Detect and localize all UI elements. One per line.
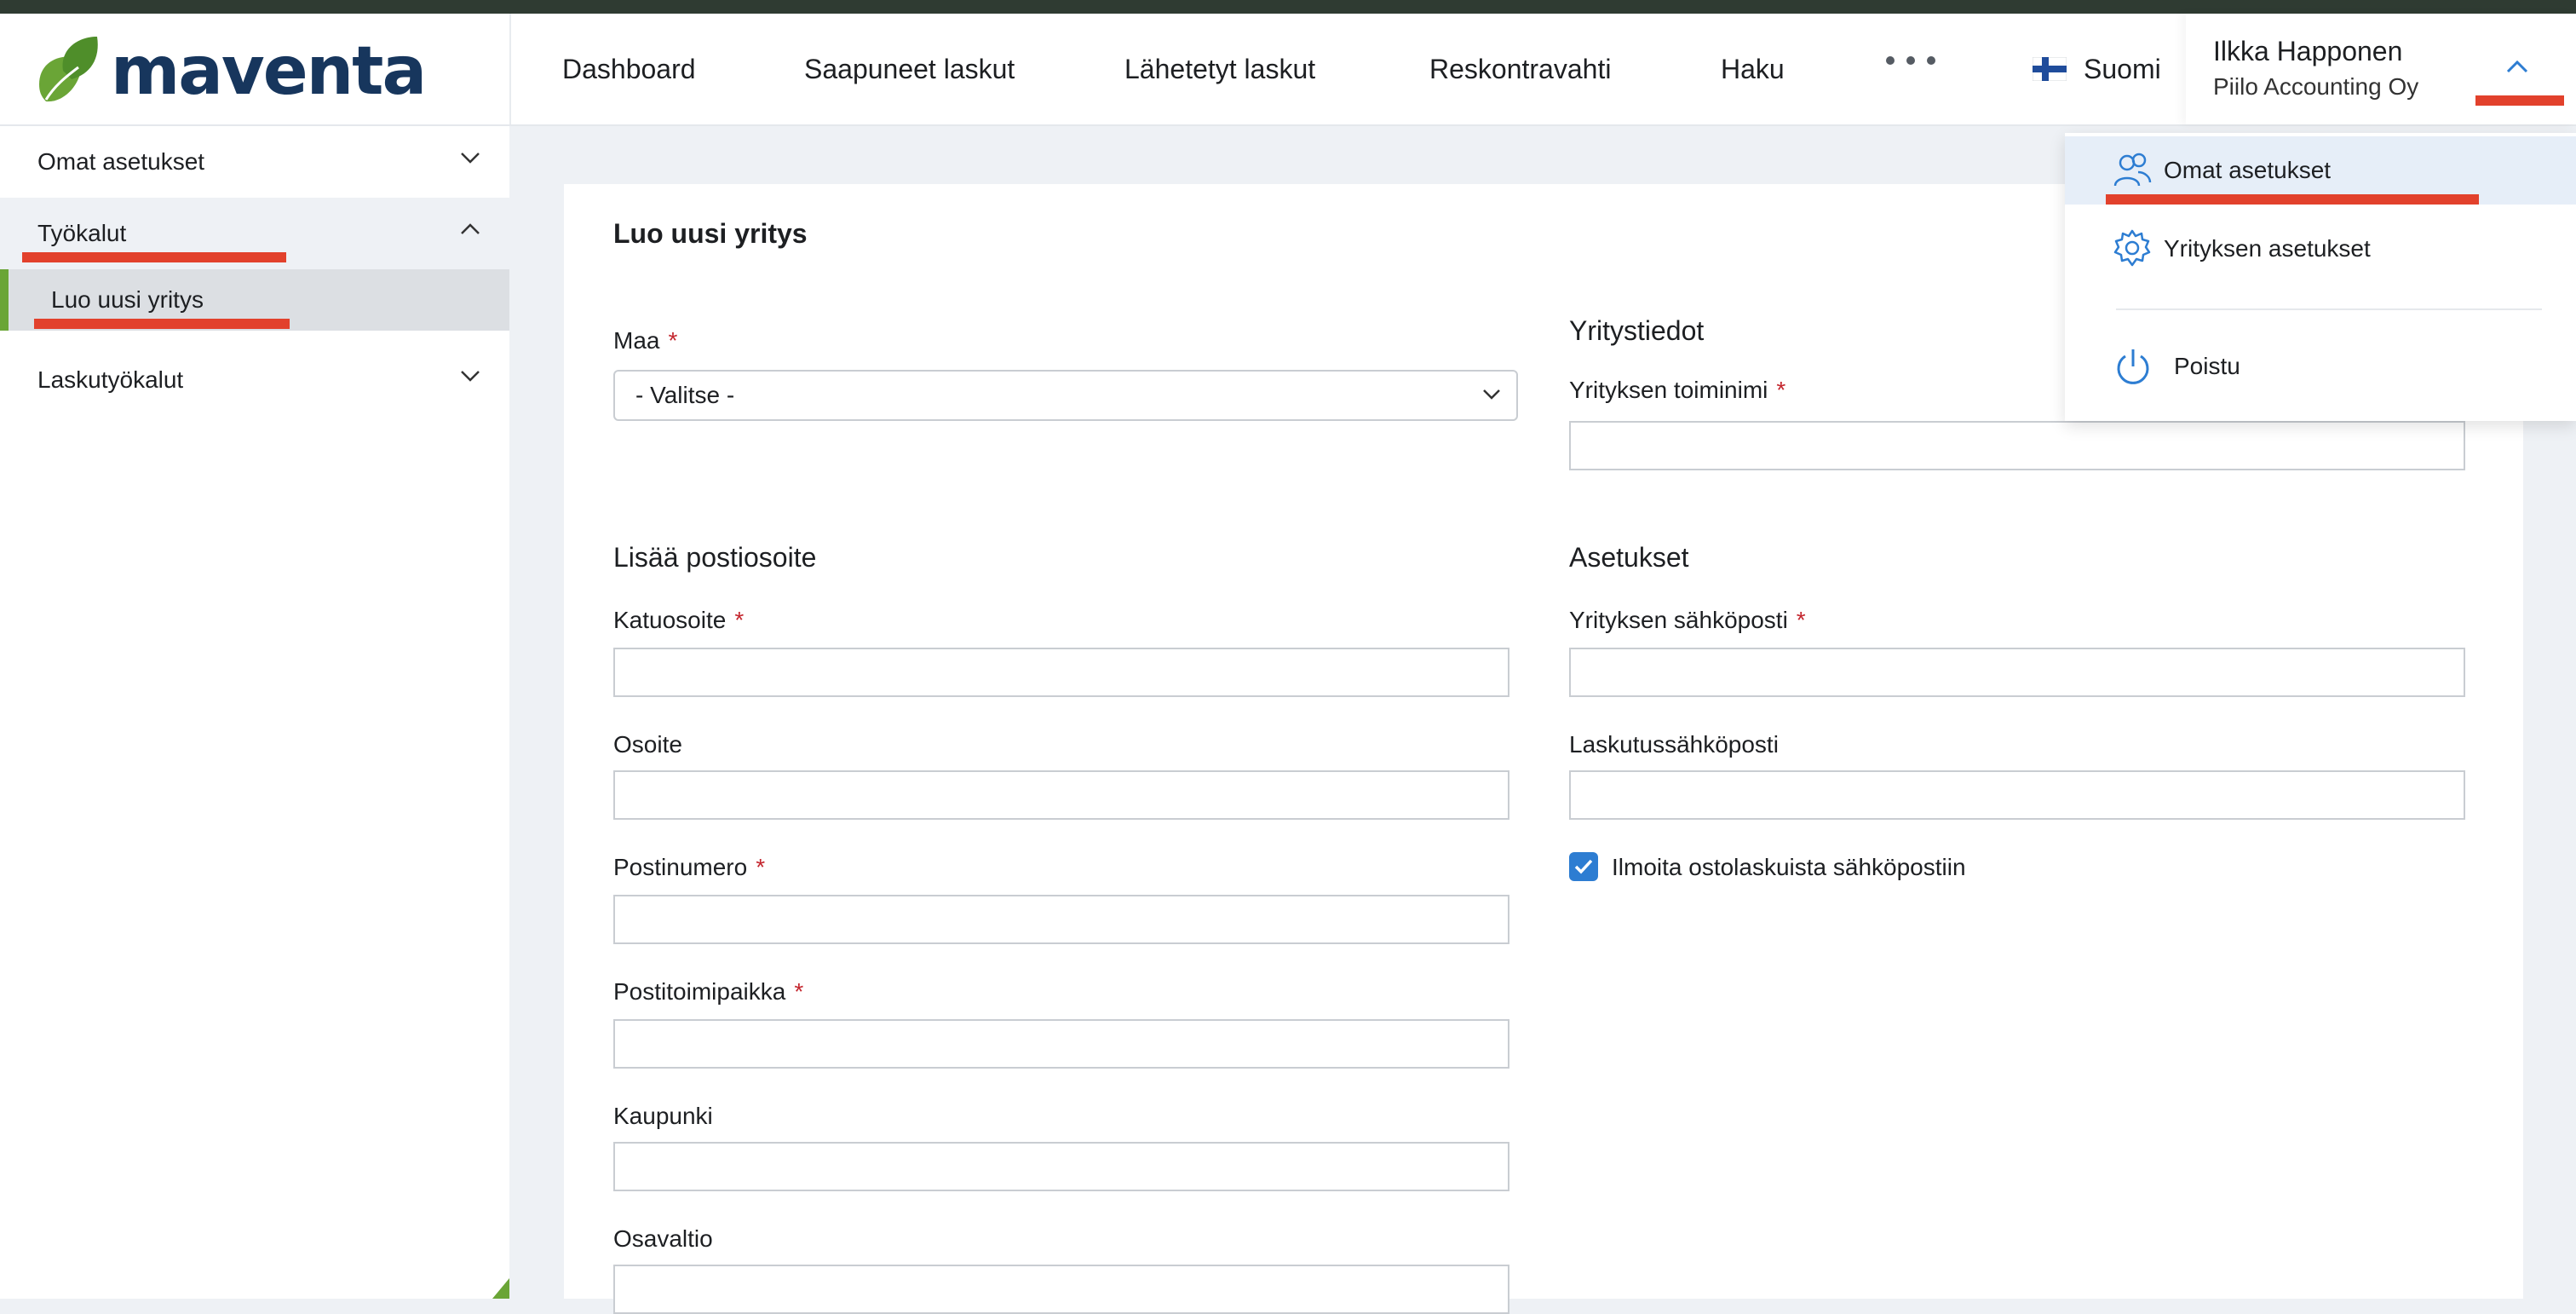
active-indicator <box>0 269 9 331</box>
gear-icon <box>2113 229 2151 267</box>
state-label: Osavaltio <box>613 1225 713 1252</box>
required-marker: * <box>756 854 766 880</box>
chevron-down-icon <box>1483 389 1500 400</box>
top-strip <box>0 0 2576 14</box>
required-marker: * <box>668 327 678 354</box>
company-info-section-title: Yritystiedot <box>1569 315 1705 346</box>
required-marker: * <box>1776 377 1786 403</box>
company-name-input[interactable] <box>1569 421 2465 470</box>
language-selector[interactable]: Suomi <box>2033 14 2161 124</box>
billing-email-label: Laskutussähköposti <box>1569 731 1779 758</box>
chevron-up-icon <box>2506 60 2528 73</box>
user-company: Piilo Accounting Oy <box>2213 73 2419 100</box>
notify-checkbox[interactable] <box>1569 852 1598 881</box>
required-marker: * <box>1796 607 1806 633</box>
nav-haku[interactable]: Haku <box>1721 14 1785 124</box>
post-office-label: Postitoimipaikka * <box>613 978 804 1005</box>
users-icon <box>2113 153 2152 187</box>
address-input[interactable] <box>613 770 1509 820</box>
nav-lahetetyt-laskut[interactable]: Lähetetyt laskut <box>1124 14 1315 124</box>
required-marker: * <box>734 607 745 633</box>
company-name-label: Yrityksen toiminimi * <box>1569 377 1786 403</box>
ellipsis-icon[interactable] <box>1886 56 1935 65</box>
user-name: Ilkka Happonen <box>2213 36 2403 66</box>
country-select[interactable]: - Valitse - <box>613 370 1518 421</box>
highlight-underline-user <box>2475 95 2564 106</box>
power-icon <box>2117 349 2149 384</box>
city-label: Kaupunki <box>613 1103 713 1129</box>
header: maventa Dashboard Saapuneet laskut Lähet… <box>0 14 2576 126</box>
nav-saapuneet-laskut[interactable]: Saapuneet laskut <box>804 14 1015 124</box>
leaf-icon <box>34 33 101 110</box>
sidebar: Omat asetukset Työkalut Luo uusi yritys … <box>0 126 509 1299</box>
address-section-title: Lisää postiosoite <box>613 542 817 573</box>
street-address-label: Katuosoite * <box>613 607 745 633</box>
menu-item-label: Omat asetukset <box>2164 157 2332 183</box>
notify-label: Ilmoita ostolaskuista sähköpostiin <box>1612 854 1966 880</box>
country-label: Maa * <box>613 327 678 354</box>
postal-code-label: Postinumero * <box>613 854 766 880</box>
sidebar-item-label: Omat asetukset <box>37 148 205 175</box>
maventa-logo[interactable]: maventa <box>34 29 427 114</box>
nav-reskontravahti[interactable]: Reskontravahti <box>1429 14 1611 124</box>
menu-item-label: Poistu <box>2174 353 2240 379</box>
user-menu-toggle[interactable]: Ilkka Happonen Piilo Accounting Oy <box>2186 14 2576 124</box>
chevron-down-icon <box>461 371 480 382</box>
check-icon <box>1574 859 1593 874</box>
decorative-corner <box>492 1278 509 1299</box>
chevron-down-icon <box>461 153 480 164</box>
chevron-up-icon <box>461 223 480 234</box>
nav-dashboard[interactable]: Dashboard <box>562 14 696 124</box>
sidebar-item-label: Laskutyökalut <box>37 366 184 393</box>
page-title: Luo uusi yritys <box>613 218 808 249</box>
menu-divider <box>2116 308 2542 310</box>
highlight-underline-omat-asetukset <box>2106 194 2479 205</box>
sidebar-item-laskutyokalut[interactable]: Laskutyökalut <box>0 344 509 416</box>
postal-code-input[interactable] <box>613 895 1509 944</box>
brand-name: maventa <box>111 33 427 110</box>
header-divider <box>509 14 511 124</box>
highlight-underline-luo-uusi-yritys <box>34 319 290 329</box>
company-email-label: Yrityksen sähköposti * <box>1569 607 1806 633</box>
language-label: Suomi <box>2084 53 2161 84</box>
menu-item-label: Yrityksen asetukset <box>2164 235 2371 262</box>
street-address-input[interactable] <box>613 648 1509 697</box>
address-label: Osoite <box>613 731 682 758</box>
sidebar-item-label: Työkalut <box>37 220 127 246</box>
sidebar-item-omat-asetukset[interactable]: Omat asetukset <box>0 126 509 198</box>
settings-section-title: Asetukset <box>1569 542 1689 573</box>
company-email-input[interactable] <box>1569 648 2465 697</box>
finland-flag-icon <box>2033 57 2067 81</box>
highlight-underline-tyokalut <box>22 252 286 262</box>
menu-item-poistu[interactable]: Poistu <box>2065 332 2576 401</box>
city-input[interactable] <box>613 1142 1509 1191</box>
billing-email-input[interactable] <box>1569 770 2465 820</box>
menu-item-yrityksen-asetukset[interactable]: Yrityksen asetukset <box>2065 215 2576 283</box>
user-dropdown-menu: Omat asetukset Yrityksen asetukset Poist… <box>2065 133 2576 421</box>
state-input[interactable] <box>613 1265 1509 1314</box>
required-marker: * <box>794 978 804 1005</box>
country-select-value: - Valitse - <box>635 382 735 408</box>
sidebar-item-label: Luo uusi yritys <box>51 286 204 313</box>
post-office-input[interactable] <box>613 1019 1509 1069</box>
